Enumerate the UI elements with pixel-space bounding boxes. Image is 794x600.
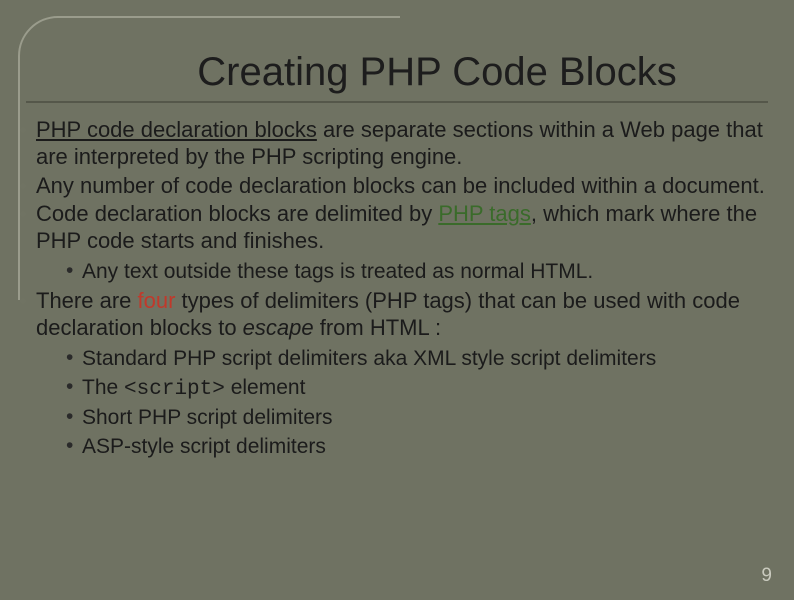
bullet-4-sub-1-text: Standard PHP script delimiters aka XML s… [82,347,656,370]
bullet-4-sub-2: The <script> element [66,375,768,404]
bullet-4-sublist: Standard PHP script delimiters aka XML s… [36,346,768,462]
bullet-3-sublist: Any text outside these tags is treated a… [36,259,768,286]
bullet-3-term: PHP tags [438,201,531,226]
bullet-4-pre: There are [36,288,138,313]
bullet-4-post: from HTML : [314,315,442,340]
bullet-4-count: four [138,288,176,313]
bullet-1-term: PHP code declaration blocks [36,117,317,142]
bullet-4-escape: escape [243,315,314,340]
bullet-4-sub-4-text: ASP-style script delimiters [82,435,326,458]
slide-content: Creating PHP Code Blocks PHP code declar… [0,0,794,595]
bullet-3: Code declaration blocks are delimited by… [32,201,768,286]
bullet-4-sub-4: ASP-style script delimiters [66,434,768,461]
slide-title: Creating PHP Code Blocks [26,50,768,95]
bullet-4-sub-3: Short PHP script delimiters [66,405,768,432]
bullet-4-sub-2-code: <script> [124,378,225,401]
bullet-1: PHP code declaration blocks are separate… [32,117,768,171]
bullet-4-sub-2-post: element [225,376,306,399]
main-bullet-list: PHP code declaration blocks are separate… [26,117,768,461]
bullet-2-text: Any number of code declaration blocks ca… [36,173,765,198]
bullet-2: Any number of code declaration blocks ca… [32,173,768,200]
title-underline [26,101,768,103]
bullet-4-sub-1: Standard PHP script delimiters aka XML s… [66,346,768,373]
page-number: 9 [761,565,772,587]
bullet-4-sub-2-pre: The [82,376,124,399]
bullet-4: There are four types of delimiters (PHP … [32,288,768,461]
bullet-3-sub-1-text: Any text outside these tags is treated a… [82,260,593,283]
bullet-4-sub-3-text: Short PHP script delimiters [82,406,333,429]
bullet-3-pre: Code declaration blocks are delimited by [36,201,438,226]
bullet-3-sub-1: Any text outside these tags is treated a… [66,259,768,286]
